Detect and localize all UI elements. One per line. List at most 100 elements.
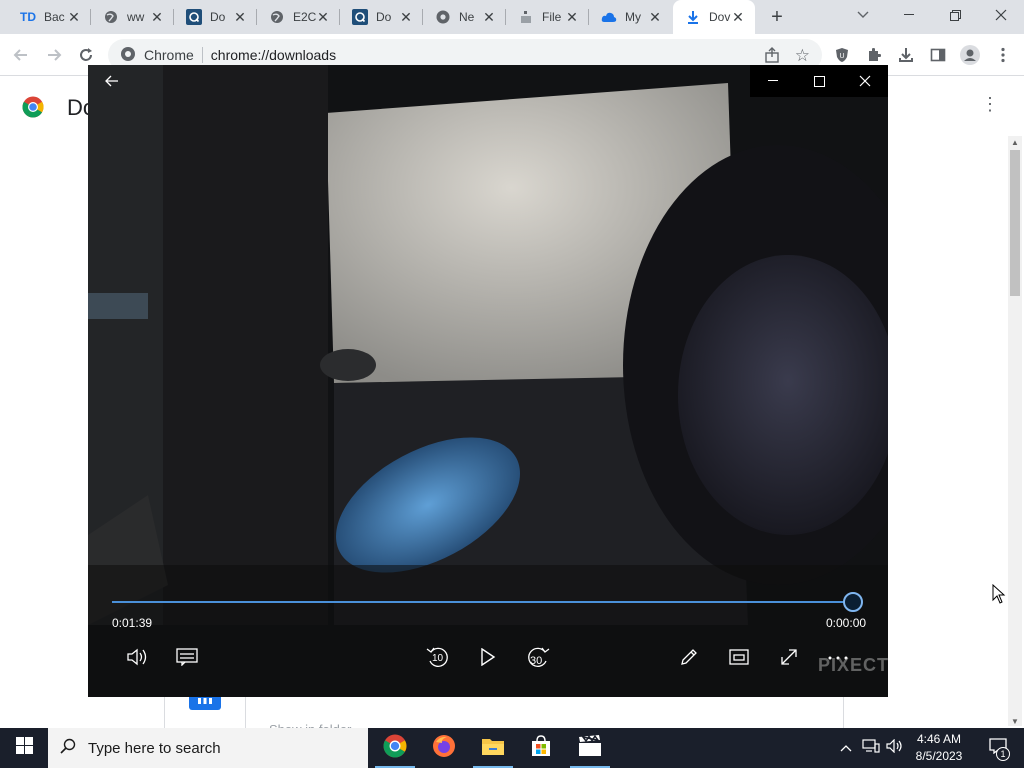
chrome-logo-icon (22, 96, 44, 118)
clapperboard-icon (578, 734, 602, 762)
td-icon: TD (20, 10, 36, 24)
page-menu-icon[interactable]: ⋮ (980, 94, 1000, 118)
search-icon (60, 738, 88, 758)
chrome-icon (435, 9, 451, 25)
player-minimize-button[interactable] (750, 65, 796, 97)
network-status[interactable] (860, 728, 882, 768)
network-icon (862, 738, 880, 758)
picture-in-picture-icon (729, 648, 749, 670)
tab-8-active[interactable]: Dov ✕ (673, 0, 755, 34)
downloads-icon[interactable] (893, 42, 919, 68)
player-close-button[interactable] (842, 65, 888, 97)
tab-5[interactable]: Ne ✕ (423, 0, 506, 34)
skip-back-label: 10 (432, 653, 444, 664)
scroll-thumb[interactable] (1010, 150, 1020, 296)
tab-strip: TD Bac ✕ ww ✕ Do ✕ E2C ✕ Do ✕ Ne ✕ File … (0, 0, 1024, 34)
taskbar-file-explorer[interactable] (469, 728, 517, 768)
side-panel-icon[interactable] (925, 42, 951, 68)
tab-2[interactable]: Do ✕ (174, 0, 257, 34)
taskbar-store[interactable] (517, 728, 565, 768)
volume-status[interactable] (884, 728, 906, 768)
q-app-icon (186, 9, 202, 25)
taskbar-firefox[interactable] (420, 728, 468, 768)
file-icon (518, 9, 534, 25)
back-button[interactable] (8, 42, 34, 68)
close-icon[interactable]: ✕ (564, 9, 580, 25)
player-titlebar-controls (750, 65, 888, 97)
store-bag-icon (530, 734, 552, 762)
tab-3[interactable]: E2C ✕ (257, 0, 340, 34)
close-icon[interactable]: ✕ (232, 9, 248, 25)
scroll-down-arrow-icon[interactable]: ▼ (1011, 717, 1019, 726)
close-icon[interactable]: ✕ (149, 9, 165, 25)
firefox-icon (432, 734, 456, 763)
fullscreen-button[interactable] (771, 643, 807, 675)
globe-icon (103, 9, 119, 25)
start-button[interactable] (0, 728, 48, 768)
play-button[interactable] (470, 643, 506, 675)
skip-forward-label: 30 (530, 655, 543, 667)
captions-button[interactable] (169, 643, 205, 675)
page-scrollbar[interactable]: ▲ ▼ (1008, 136, 1022, 726)
pencil-icon (679, 647, 699, 672)
elapsed-time: 0:01:39 (112, 616, 153, 630)
skip-back-button[interactable]: 10 (420, 643, 456, 675)
forward-button[interactable] (41, 42, 67, 68)
edit-button[interactable] (671, 643, 707, 675)
bookmark-star-icon[interactable]: ☆ (795, 46, 810, 66)
skip-forward-button[interactable]: 30 (520, 643, 556, 675)
cloud-icon (601, 9, 617, 25)
share-icon[interactable] (764, 47, 780, 66)
globe-icon (269, 9, 285, 25)
media-player-window: 0:01:39 0:00:00 10 30 PIXECT (88, 65, 888, 697)
tab-7[interactable]: My ✕ (589, 0, 672, 34)
close-icon[interactable]: ✕ (66, 9, 82, 25)
volume-button[interactable] (119, 643, 155, 675)
taskbar-movies-tv[interactable] (566, 728, 614, 768)
taskbar-search-box[interactable]: Type here to search (48, 728, 368, 768)
scroll-up-arrow-icon[interactable]: ▲ (1011, 138, 1019, 147)
tab-6[interactable]: File ✕ (506, 0, 589, 34)
restore-button[interactable] (932, 0, 978, 30)
chrome-icon (383, 734, 407, 763)
close-icon[interactable]: ✕ (315, 9, 331, 25)
seek-bar[interactable] (112, 601, 854, 603)
player-back-button[interactable] (90, 65, 134, 97)
mini-view-button[interactable] (721, 643, 757, 675)
chrome-menu-icon[interactable] (990, 42, 1016, 68)
remaining-time: 0:00:00 (826, 616, 867, 630)
minimize-button[interactable] (886, 0, 932, 30)
mouse-cursor-icon (992, 583, 1006, 609)
close-icon[interactable]: ✕ (730, 9, 746, 25)
seek-bar-thumb[interactable] (843, 592, 863, 612)
clock-time: 4:46 AM (916, 732, 962, 746)
chevron-up-icon (840, 739, 852, 757)
taskbar-chrome[interactable] (371, 728, 419, 768)
player-maximize-button[interactable] (796, 65, 842, 97)
clock-date: 8/5/2023 (915, 749, 963, 763)
close-icon[interactable]: ✕ (647, 9, 663, 25)
download-icon (685, 9, 701, 25)
folder-icon (481, 736, 505, 761)
profile-avatar-icon[interactable] (957, 42, 983, 68)
action-center-button[interactable]: 1 (978, 728, 1018, 768)
close-window-button[interactable] (978, 0, 1024, 30)
close-icon[interactable]: ✕ (481, 9, 497, 25)
watermark-text: PIXECT (818, 655, 888, 675)
tab-search-icon[interactable] (840, 0, 886, 30)
windows-logo-icon (15, 737, 33, 759)
windows-taskbar: Type here to search 4:46 AM 8/5/2023 1 (0, 728, 1024, 768)
taskbar-clock[interactable]: 4:46 AM 8/5/2023 (910, 731, 968, 765)
tab-0[interactable]: TD Bac ✕ (8, 0, 91, 34)
q-app-icon (352, 9, 368, 25)
play-icon (480, 647, 496, 671)
close-icon[interactable]: ✕ (398, 9, 414, 25)
speaker-icon (126, 648, 148, 671)
file-type-icon (189, 696, 221, 710)
new-tab-button[interactable]: + (766, 6, 788, 28)
subtitles-icon (176, 647, 198, 671)
url-text: chrome://downloads (210, 47, 337, 63)
tab-4[interactable]: Do ✕ (340, 0, 423, 34)
tab-1[interactable]: ww ✕ (91, 0, 174, 34)
show-hidden-icons-button[interactable] (836, 728, 856, 768)
